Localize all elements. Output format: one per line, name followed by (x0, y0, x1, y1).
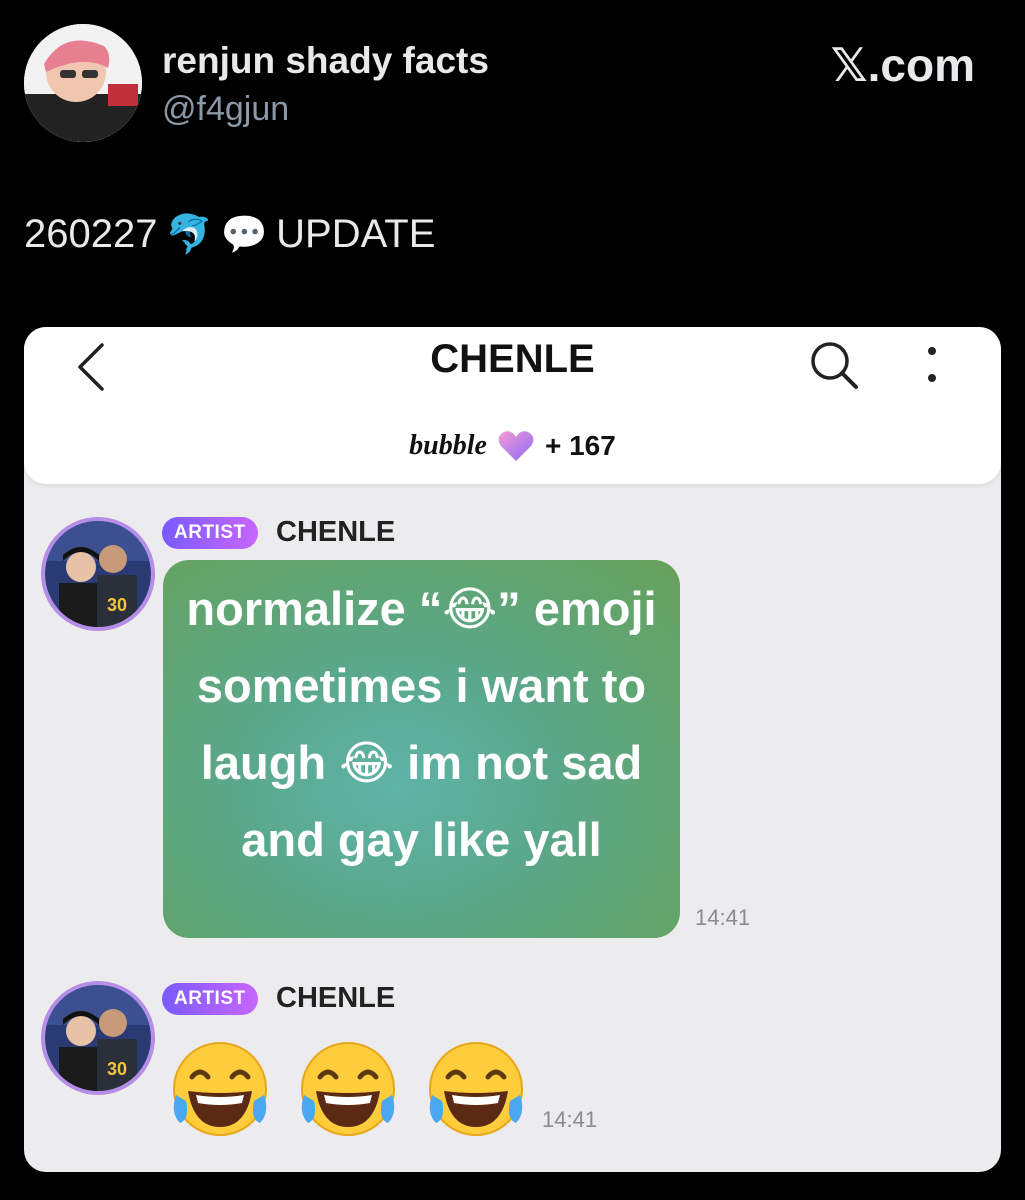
chat-header: CHENLE bubble + 167 (24, 327, 1001, 484)
laugh-cry-emoji (301, 1042, 395, 1136)
laugh-cry-emoji (429, 1042, 523, 1136)
artist-avatar[interactable]: 30 (41, 981, 155, 1095)
x-logo-icon: 𝕏 (830, 38, 868, 92)
sender-name: CHENLE (276, 516, 396, 548)
attached-screenshot[interactable]: CHENLE bubble + 167 30 ARTIST CHENLE nor… (24, 327, 1001, 1172)
image-message[interactable]: normalize “😂” emoji sometimes i want to … (163, 560, 680, 938)
sender-name: CHENLE (276, 982, 396, 1014)
dolphin-emoji: 🐬 (165, 212, 213, 256)
tweet-update-word: UPDATE (276, 212, 436, 256)
author-handle[interactable]: @f4gjun (162, 90, 289, 129)
message-time: 14:41 (542, 1107, 598, 1132)
brand-domain: .com (867, 39, 975, 91)
bubble-logo: bubble (409, 430, 487, 461)
artist-avatar[interactable]: 30 (41, 517, 155, 631)
author-name[interactable]: renjun shady facts (162, 40, 489, 82)
emoji-message[interactable] (166, 1035, 530, 1143)
laugh-cry-emoji (173, 1042, 267, 1136)
speech-bubble-emoji: 💬 (220, 212, 269, 256)
search-icon[interactable] (806, 337, 862, 393)
svg-text:30: 30 (107, 595, 127, 615)
more-icon[interactable] (922, 341, 942, 389)
heart-icon (498, 431, 534, 461)
artist-badge: ARTIST (162, 517, 258, 549)
subscription-bar: bubble + 167 (24, 429, 1001, 463)
x-brand-logo: 𝕏 .com (831, 38, 975, 92)
message-time: 14:41 (695, 905, 751, 930)
meme-image-text: normalize “😂” emoji sometimes i want to … (186, 582, 657, 866)
svg-text:30: 30 (107, 1059, 127, 1079)
member-count: + 167 (544, 430, 616, 461)
tweet-text: 260227 🐬 💬 UPDATE (24, 212, 435, 257)
author-avatar[interactable] (24, 24, 142, 142)
artist-badge: ARTIST (162, 983, 258, 1015)
tweet-date: 260227 (24, 212, 158, 256)
